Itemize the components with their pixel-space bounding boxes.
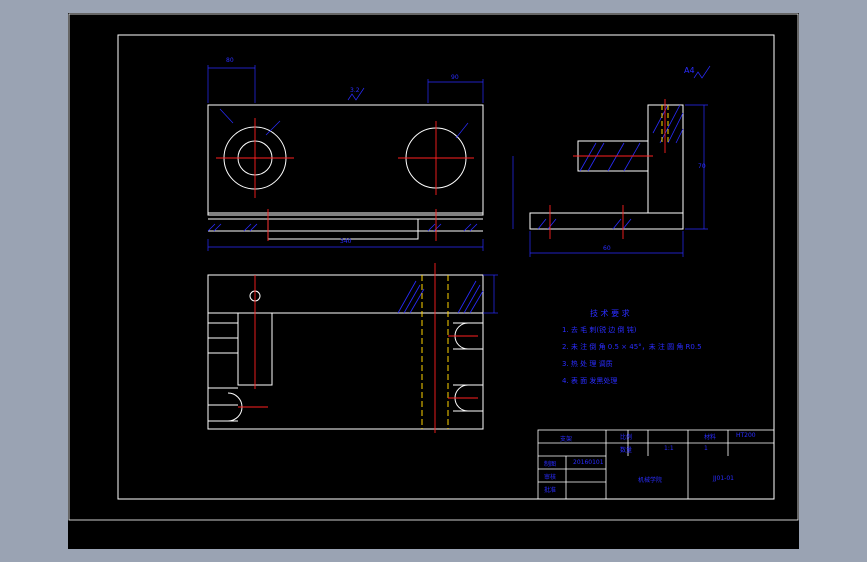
outer-border (68, 13, 799, 521)
top-view (207, 274, 484, 430)
tb-school: 机械学院 (638, 477, 663, 484)
tb-part-name: 支架 (560, 436, 573, 443)
top-hatch (397, 280, 484, 314)
tb-label-drawn: 制图 (544, 461, 557, 468)
side-dimensions (512, 65, 711, 257)
drawing-canvas: 80 90 340 60 70 3.2 A4 技 术 要 求 1. 去 毛 刺(… (68, 13, 799, 549)
tech-item-4: 4. 表 面 发黑处理 (562, 377, 618, 385)
tb-label-scale: 比例 (620, 434, 633, 441)
top-dimensions (483, 274, 498, 314)
tb-qty-value: 1 (704, 445, 708, 452)
top-centerlines (238, 263, 478, 433)
tech-item-1: 1. 去 毛 刺(锐 边 倒 钝) (562, 326, 637, 334)
front-view (207, 104, 484, 240)
side-view (529, 104, 684, 230)
top-body-lower (207, 312, 484, 430)
front-base-slot (267, 218, 419, 240)
tb-label-checked: 审核 (544, 474, 557, 481)
side-column (647, 104, 684, 214)
cad-drawing (68, 13, 799, 521)
tech-item-3: 3. 热 处 理 调质 (562, 360, 613, 368)
top-body (207, 274, 484, 314)
side-hatch (537, 104, 684, 230)
dim-side-height: 70 (698, 163, 706, 170)
dim-top-right: 90 (451, 74, 459, 81)
dim-side-width: 60 (603, 245, 611, 252)
tb-student-no: 20160101 (573, 459, 604, 466)
front-centerlines (216, 118, 474, 241)
front-hatch (207, 223, 478, 232)
front-body (207, 104, 484, 216)
dim-bottom-width: 340 (340, 238, 352, 245)
roughness-note: 3.2 (350, 87, 360, 94)
tb-material-value: HT200 (736, 432, 756, 439)
tb-label-qty: 数量 (620, 447, 633, 454)
scale-mark: A4 (684, 66, 695, 75)
tb-label-material: 材料 (704, 434, 717, 441)
tech-item-2: 2. 未 注 倒 角 0.5 × 45°，未 注 圆 角 R0.5 (562, 343, 702, 351)
tb-label-approved: 批准 (544, 487, 557, 494)
dim-top-left: 80 (226, 57, 234, 64)
side-base (529, 212, 684, 230)
tb-scale-value: 1:1 (664, 445, 674, 452)
tb-drawing-no: JJ01-01 (713, 475, 734, 482)
tech-title: 技 术 要 求 (590, 309, 630, 318)
